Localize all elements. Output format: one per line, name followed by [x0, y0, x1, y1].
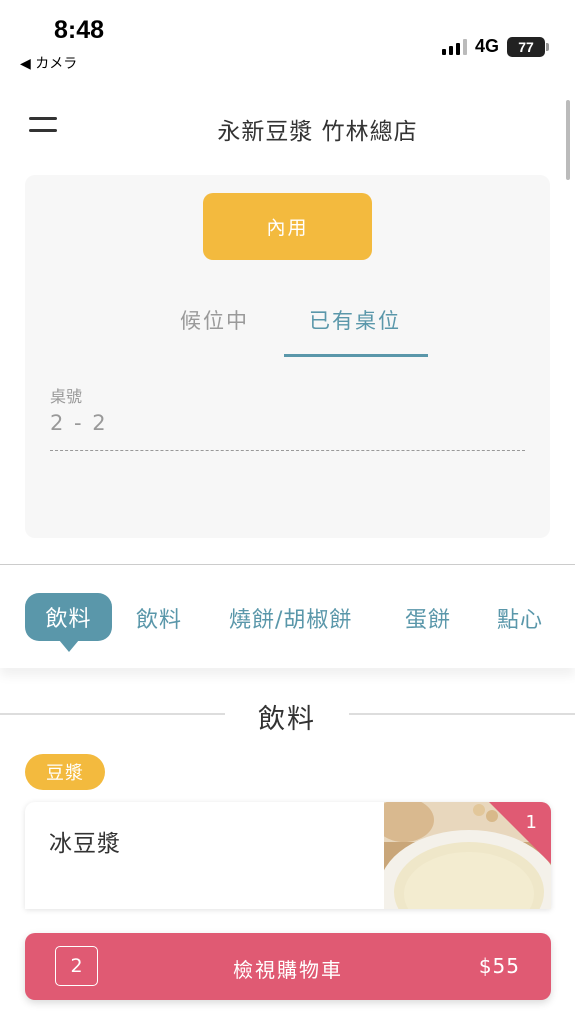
tab-has-table[interactable]: 已有桌位	[309, 305, 401, 335]
section-line-right	[349, 713, 575, 715]
tab-waiting[interactable]: 候位中	[180, 305, 249, 335]
category-bar: 飲料 飲料 燒餅/胡椒餅 蛋餅 點心	[0, 565, 575, 668]
active-tab-indicator	[284, 354, 428, 357]
section-line-left	[0, 713, 225, 715]
category-tab-snacks[interactable]: 點心	[497, 602, 543, 634]
battery-icon: 77	[507, 36, 549, 57]
table-number-label: 桌號	[50, 387, 83, 406]
order-mode-card: 內用 候位中 已有桌位 桌號 2 - 2	[25, 175, 550, 538]
section-title: 飲料	[258, 704, 316, 735]
back-to-camera-link[interactable]: ◀ カメラ	[20, 53, 77, 73]
view-cart-button[interactable]: 2 檢視購物車 $55	[25, 933, 551, 1000]
signal-icon	[441, 38, 467, 55]
product-name: 冰豆漿	[49, 831, 121, 857]
status-indicators: 4G 77	[441, 36, 549, 57]
store-title: 永新豆漿 竹林總店	[217, 119, 418, 145]
status-time: 8:48	[54, 16, 105, 44]
quantity-badge-count: 1	[525, 812, 537, 833]
category-tab-drinks[interactable]: 飲料	[136, 602, 182, 634]
subcategory-tag: 豆漿	[25, 754, 105, 790]
category-tab-egg-pancake[interactable]: 蛋餅	[405, 602, 451, 634]
product-card[interactable]: 冰豆漿 1	[25, 802, 551, 909]
category-tab-sesame-cake[interactable]: 燒餅/胡椒餅	[229, 602, 352, 634]
table-number-value: 2 - 2	[50, 411, 108, 435]
network-type: 4G	[474, 36, 499, 56]
scrollbar[interactable]	[566, 100, 570, 180]
table-number-underline	[50, 450, 525, 451]
cart-total: $55	[478, 954, 520, 978]
category-tab-active[interactable]: 飲料	[25, 593, 112, 652]
quantity-badge	[489, 802, 551, 864]
dine-in-button[interactable]: 內用	[203, 193, 372, 260]
view-cart-label: 檢視購物車	[233, 958, 343, 982]
